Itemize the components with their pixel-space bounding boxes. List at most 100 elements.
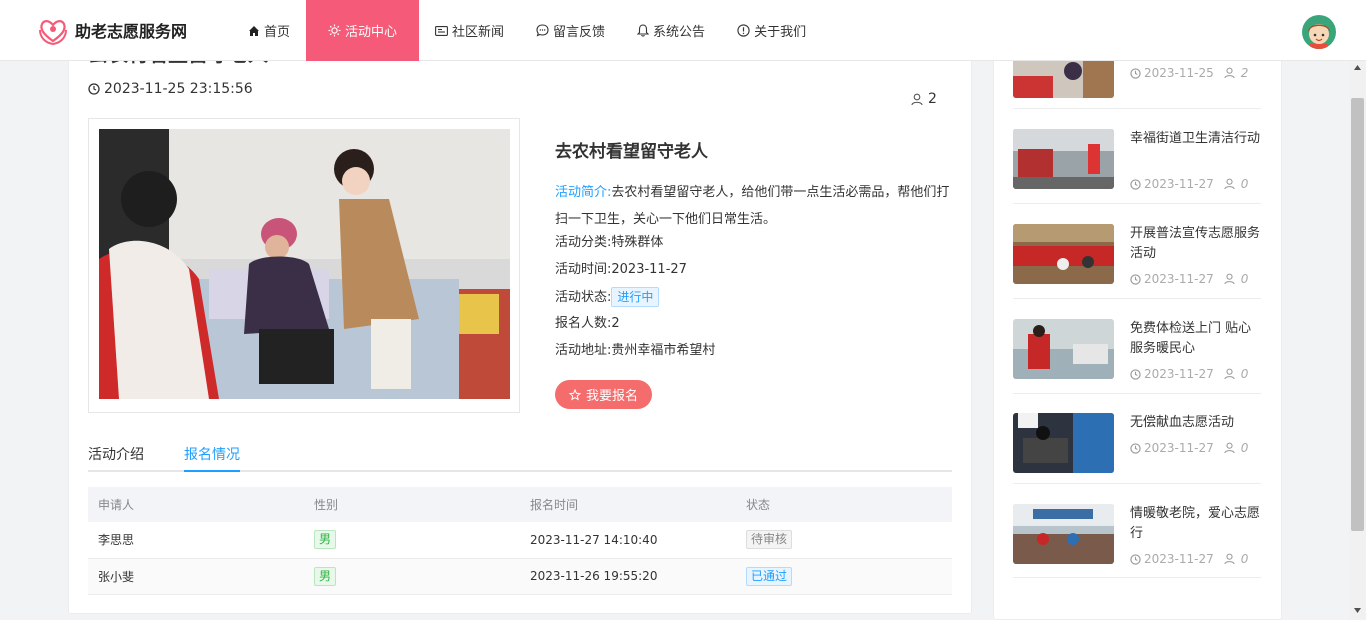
activity-address: 活动地址:贵州幸福市希望村 <box>555 341 715 361</box>
list-item-meta: 2023-11-25 2 <box>1130 66 1248 80</box>
nav-item-feedback[interactable]: 留言反馈 <box>520 0 621 61</box>
clock-icon <box>1130 178 1141 190</box>
status-cell: 已通过 <box>736 558 952 595</box>
user-icon <box>1224 67 1235 79</box>
intro-text: 去农村看望留守老人，给他们带一点生活必需品，帮他们打扫一下卫生，关心一下他们日常… <box>555 185 950 227</box>
nav-label: 首页 <box>264 25 291 40</box>
detail-tabs: 活动介绍 报名情况 <box>88 436 952 472</box>
user-avatar[interactable] <box>1302 15 1336 49</box>
signup-time: 2023-11-27 14:10:40 <box>520 522 736 559</box>
list-item-meta: 2023-11-27 0 <box>1130 552 1248 566</box>
nav-item-about[interactable]: 关于我们 <box>721 0 822 61</box>
table-row: 李思思 男 2023-11-27 14:10:40 待审核 <box>88 522 952 559</box>
scroll-up-arrow-icon[interactable] <box>1353 64 1362 72</box>
top-navbar: 助老志愿服务网 首页 活动中心 社区新闻 留言反馈 系统公告 关于我们 <box>0 0 1366 61</box>
list-item[interactable]: 开展普法宣传志愿服务活动 2023-11-27 0 <box>1013 224 1261 299</box>
status-tag: 待审核 <box>746 530 793 550</box>
tab-signup-status[interactable]: 报名情况 <box>184 444 240 464</box>
list-item-date: 2023-11-27 <box>1144 552 1214 566</box>
clock-icon <box>88 83 100 95</box>
time-label: 活动时间: <box>555 262 612 277</box>
activity-photo[interactable] <box>99 129 510 399</box>
nav-label: 关于我们 <box>754 25 807 40</box>
scroll-down-arrow-icon[interactable] <box>1353 606 1362 614</box>
bell-icon <box>637 24 650 37</box>
gender-cell: 男 <box>304 522 520 559</box>
brand-name: 助老志愿服务网 <box>75 22 188 41</box>
list-item-meta: 2023-11-27 0 <box>1130 177 1248 191</box>
tab-activity-intro[interactable]: 活动介绍 <box>88 444 144 464</box>
activity-category: 活动分类:特殊群体 <box>555 233 663 253</box>
activity-photo-illustration <box>99 129 510 399</box>
category-label: 活动分类: <box>555 235 612 250</box>
address-label: 活动地址: <box>555 343 612 358</box>
info-icon <box>737 24 750 37</box>
activity-signup-count: 报名人数:2 <box>555 314 620 334</box>
nav-item-community-news[interactable]: 社区新闻 <box>419 0 520 61</box>
nav-item-activity-center[interactable]: 活动中心 <box>306 0 420 61</box>
list-item-count: 0 <box>1240 272 1249 286</box>
list-item-thumbnail <box>1013 129 1114 189</box>
list-item-title: 情暖敬老院，爱心志愿行 <box>1130 506 1261 541</box>
gender-tag: 男 <box>314 530 337 550</box>
signup-button[interactable]: 我要报名 <box>555 380 652 409</box>
status-badge: 进行中 <box>611 287 660 307</box>
clock-icon <box>1130 442 1141 454</box>
header-gender: 性别 <box>304 487 520 522</box>
list-item[interactable]: 无偿献血志愿活动 2023-11-27 0 <box>1013 413 1261 484</box>
post-time: 2023-11-25 23:15:56 <box>88 81 253 97</box>
signup-button-label: 我要报名 <box>585 389 638 404</box>
list-item[interactable]: 情暖敬老院，爱心志愿行 2023-11-27 0 <box>1013 504 1261 578</box>
nav-label: 留言反馈 <box>553 25 606 40</box>
time-value: 2023-11-27 <box>611 262 687 277</box>
nav-label: 活动中心 <box>345 25 398 40</box>
user-icon <box>1224 273 1235 285</box>
table-row: 张小斐 男 2023-11-26 19:55:20 已通过 <box>88 558 952 595</box>
view-count-value: 2 <box>928 91 937 107</box>
home-icon <box>249 25 259 36</box>
count-label: 报名人数: <box>555 316 612 331</box>
activity-time: 活动时间:2023-11-27 <box>555 260 687 280</box>
list-item-title: 开展普法宣传志愿服务活动 <box>1130 226 1261 261</box>
list-item[interactable]: 幸福街道卫生清洁行动 2023-11-27 0 <box>1013 129 1261 204</box>
address-value: 贵州幸福市希望村 <box>611 343 716 358</box>
activity-intro: 活动简介:去农村看望留守老人，给他们带一点生活必需品，帮他们打扫一下卫生，关心一… <box>555 179 951 233</box>
list-item-date: 2023-11-25 <box>1144 66 1214 80</box>
clock-icon <box>1130 273 1141 285</box>
signup-time: 2023-11-26 19:55:20 <box>520 558 736 595</box>
user-icon <box>911 93 923 105</box>
list-item[interactable]: 2023-11-25 2 <box>1013 56 1261 109</box>
list-item-meta: 2023-11-27 0 <box>1130 272 1248 286</box>
nav-label: 社区新闻 <box>452 25 505 40</box>
list-item-thumbnail <box>1013 319 1114 379</box>
user-icon <box>1224 178 1235 190</box>
user-icon <box>1224 553 1235 565</box>
nav-item-announcements[interactable]: 系统公告 <box>621 0 721 61</box>
nav-item-home[interactable]: 首页 <box>232 0 306 61</box>
list-item-title: 无偿献血志愿活动 <box>1130 415 1235 430</box>
clock-icon <box>1130 553 1141 565</box>
brand-logo[interactable]: 助老志愿服务网 <box>37 14 187 46</box>
applicant-name: 李思思 <box>88 522 304 559</box>
table-header-row: 申请人 性别 报名时间 状态 <box>88 487 952 522</box>
applicant-name: 张小斐 <box>88 558 304 595</box>
list-item-thumbnail <box>1013 413 1114 473</box>
activity-title: 去农村看望留守老人 <box>555 142 708 162</box>
list-item-thumbnail <box>1013 56 1114 98</box>
clock-icon <box>1130 368 1141 380</box>
gender-cell: 男 <box>304 558 520 595</box>
sun-icon <box>328 24 341 37</box>
list-item-thumbnail <box>1013 504 1114 564</box>
activity-status: 活动状态: 进行中 <box>555 287 660 308</box>
activity-image-frame <box>88 118 520 413</box>
star-icon <box>568 388 581 401</box>
list-item[interactable]: 免费体检送上门 贴心服务暖民心 2023-11-27 0 <box>1013 319 1261 394</box>
nav-label: 系统公告 <box>653 25 706 40</box>
list-item-date: 2023-11-27 <box>1144 441 1214 455</box>
chat-icon <box>536 24 549 37</box>
list-item-date: 2023-11-27 <box>1144 177 1214 191</box>
heart-hands-logo-icon <box>39 20 67 46</box>
page-scrollbar-thumb[interactable] <box>1351 98 1364 531</box>
list-item-count: 0 <box>1240 177 1249 191</box>
gender-tag: 男 <box>314 566 337 586</box>
